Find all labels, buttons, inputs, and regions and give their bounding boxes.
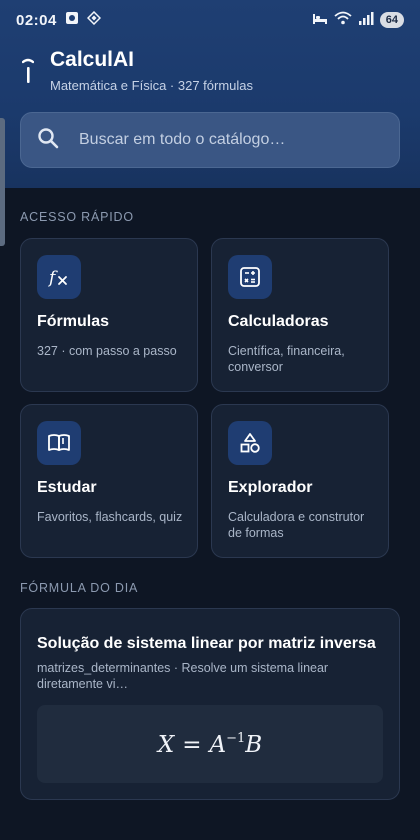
card-formulas-desc: 327 · com passo a passo [37, 344, 177, 358]
formula-equals: = [182, 731, 202, 758]
function-icon: f [37, 255, 81, 299]
search-input[interactable] [77, 130, 371, 150]
shapes-icon [228, 421, 272, 465]
search-bar[interactable] [20, 112, 400, 168]
app-title: CalculAI [50, 48, 135, 71]
card-study-title: Estudar [37, 479, 97, 496]
quick-access-label: ACESSO RÁPIDO [20, 210, 134, 224]
search-icon [37, 127, 59, 154]
card-formulas[interactable]: f Fórmulas 327 · com passo a passo [20, 238, 198, 392]
app-icon [86, 10, 101, 29]
status-time: 02:04 [16, 11, 57, 29]
formula-of-day-card[interactable]: Solução de sistema linear por matriz inv… [20, 608, 400, 800]
wifi-icon [334, 11, 352, 29]
status-bar: 02:04 64 [0, 0, 420, 40]
book-icon [37, 421, 81, 465]
formula-of-day-desc: matrizes_determinantes · Resolve um sist… [37, 661, 329, 691]
card-calculators[interactable]: Calculadoras Científica, financeira, con… [211, 238, 389, 392]
notification-icon [65, 11, 79, 29]
formula-of-day-title: Solução de sistema linear por matriz inv… [37, 635, 376, 652]
app-header: 02:04 64 CalculAI Matemática e Física · [0, 0, 420, 188]
formula-lhs: X [157, 731, 175, 758]
svg-text:f: f [47, 268, 58, 288]
formula-exponent: −1 [226, 730, 246, 746]
card-study-desc: Favoritos, flashcards, quiz [37, 510, 183, 524]
card-explorer-desc: Calculadora e construtor de formas [228, 510, 365, 540]
card-explorer-title: Explorador [228, 479, 313, 496]
app-subtitle: Matemática e Física · 327 fórmulas [50, 78, 254, 93]
formula-display: X = A−1B [37, 705, 383, 783]
card-calculators-title: Calculadoras [228, 313, 329, 330]
battery-indicator: 64 [379, 12, 404, 28]
side-drawer-handle[interactable] [0, 118, 5, 246]
formula-base: A [209, 731, 227, 758]
card-study[interactable]: Estudar Favoritos, flashcards, quiz [20, 404, 198, 558]
signal-icon [358, 11, 374, 29]
card-explorer[interactable]: Explorador Calculadora e construtor de f… [211, 404, 389, 558]
bed-icon [312, 11, 328, 29]
card-calculators-desc: Científica, financeira, conversor [228, 344, 345, 374]
card-formulas-title: Fórmulas [37, 313, 110, 330]
formula-rhs: B [245, 731, 263, 758]
formula-expression: X = A−1B [158, 731, 262, 758]
formula-of-day-label: FÓRMULA DO DIA [20, 581, 139, 595]
calculator-icon [228, 255, 272, 299]
app-logo-icon [22, 58, 34, 83]
